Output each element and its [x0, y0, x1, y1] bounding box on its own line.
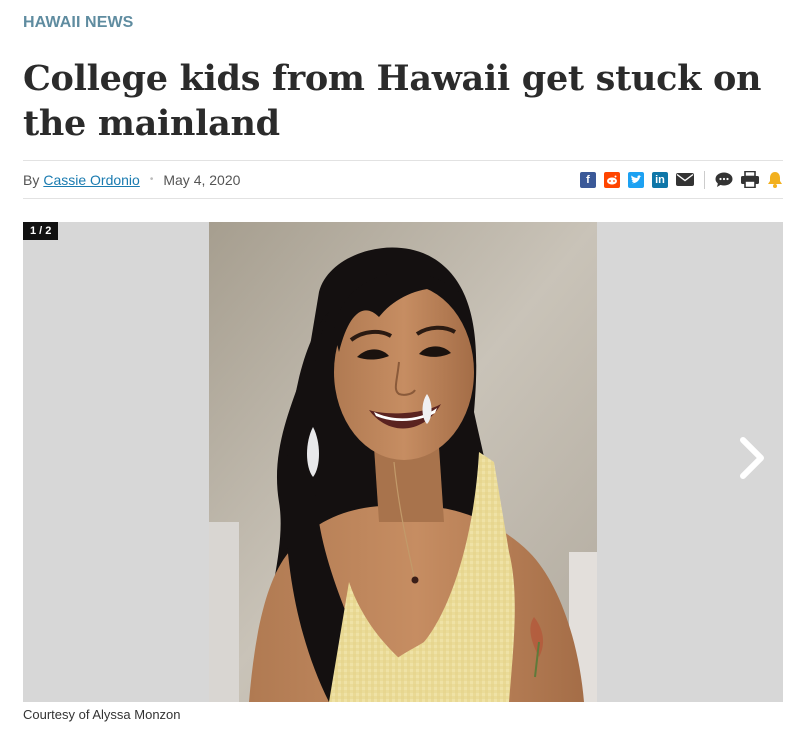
byline-separator: • — [149, 174, 154, 185]
article-headline: College kids from Hawaii get stuck on th… — [23, 58, 762, 144]
bell-icon[interactable] — [767, 171, 783, 188]
photo-gallery: 1 / 2 — [23, 222, 783, 702]
facebook-icon[interactable]: f — [580, 171, 596, 188]
comment-icon[interactable] — [715, 172, 733, 188]
print-icon[interactable] — [741, 171, 759, 188]
byline: By Cassie Ordonio • May 4, 2020 — [23, 172, 240, 188]
slide-counter: 1 / 2 — [23, 222, 59, 240]
chevron-right-icon — [740, 437, 764, 479]
next-slide-button[interactable] — [735, 434, 769, 482]
publish-date: May 4, 2020 — [163, 171, 241, 188]
gallery-photo — [209, 222, 597, 702]
byline-prefix: By — [23, 171, 40, 188]
linkedin-icon[interactable]: in — [652, 171, 668, 188]
author-link[interactable]: Cassie Ordonio — [43, 172, 140, 188]
photo-caption: Courtesy of Alyssa Monzon — [23, 707, 181, 722]
email-icon[interactable] — [676, 173, 694, 186]
section-label[interactable]: HAWAII NEWS — [23, 14, 133, 32]
byline-bar: By Cassie Ordonio • May 4, 2020 f in — [23, 160, 783, 199]
reddit-icon[interactable] — [604, 171, 620, 188]
twitter-icon[interactable] — [628, 171, 644, 188]
share-toolbar: f in — [580, 170, 783, 189]
share-divider — [704, 170, 705, 189]
